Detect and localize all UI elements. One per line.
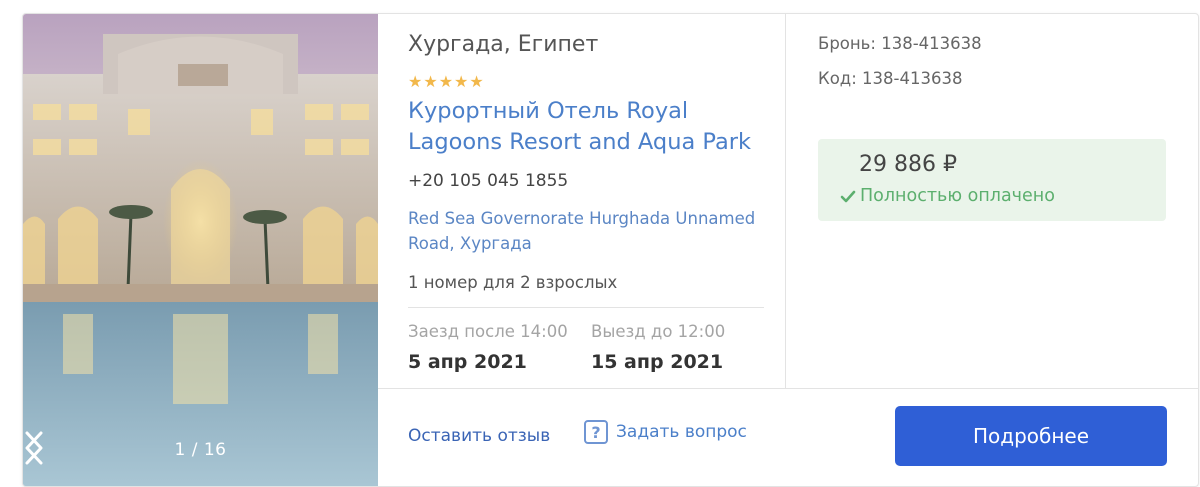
checkout: Выезд до 12:00 15 апр 2021 bbox=[591, 322, 725, 373]
chevron-left-icon[interactable] bbox=[25, 430, 141, 470]
star-rating: ★★★★★ bbox=[408, 72, 485, 91]
payment-status: Полностью оплачено bbox=[840, 186, 1055, 206]
checkin: Заезд после 14:00 5 апр 2021 bbox=[408, 322, 568, 373]
check-icon bbox=[840, 189, 856, 203]
hotel-photo-gallery[interactable]: 1 / 16 bbox=[23, 14, 378, 486]
payment-status-label: Полностью оплачено bbox=[860, 186, 1055, 206]
chevron-right-icon[interactable] bbox=[25, 430, 290, 470]
hotel-photo bbox=[23, 34, 378, 486]
checkin-label: Заезд после 14:00 bbox=[408, 322, 568, 341]
details-button[interactable]: Подробнее bbox=[895, 406, 1167, 466]
checkout-label: Выезд до 12:00 bbox=[591, 322, 726, 341]
ask-question-link[interactable]: ? Задать вопрос bbox=[584, 420, 747, 444]
checkin-date: 5 апр 2021 bbox=[408, 351, 527, 373]
gallery-controls: 1 / 16 bbox=[23, 430, 378, 470]
booking-price: 29 886 ₽ bbox=[859, 152, 957, 177]
booking-code: Код: 138-413638 bbox=[818, 69, 963, 88]
hotel-location: Хургада, Египет bbox=[408, 32, 599, 57]
booking-card: 1 / 16 Хургада, Египет ★★★★★ Курортный О… bbox=[22, 13, 1199, 487]
question-icon: ? bbox=[584, 420, 608, 444]
card-actions: Оставить отзыв ? Задать вопрос Подробнее bbox=[408, 389, 1198, 486]
divider bbox=[408, 307, 764, 308]
checkout-date: 15 апр 2021 bbox=[591, 351, 724, 373]
hotel-name-link[interactable]: Курортный Отель Royal Lagoons Resort and… bbox=[408, 96, 778, 158]
booking-number: Бронь: 138-413638 bbox=[818, 34, 982, 53]
leave-review-link[interactable]: Оставить отзыв bbox=[408, 426, 550, 446]
ask-question-label: Задать вопрос bbox=[616, 422, 747, 442]
column-divider bbox=[785, 14, 786, 388]
hotel-phone: +20 105 045 1855 bbox=[408, 171, 569, 191]
hotel-address-link[interactable]: Red Sea Governorate Hurghada Unnamed Roa… bbox=[408, 206, 768, 256]
payment-status-box: 29 886 ₽ Полностью оплачено bbox=[818, 139, 1166, 221]
photo-counter: 1 / 16 bbox=[174, 440, 227, 460]
room-guests-info: 1 номер для 2 взрослых bbox=[408, 273, 618, 292]
